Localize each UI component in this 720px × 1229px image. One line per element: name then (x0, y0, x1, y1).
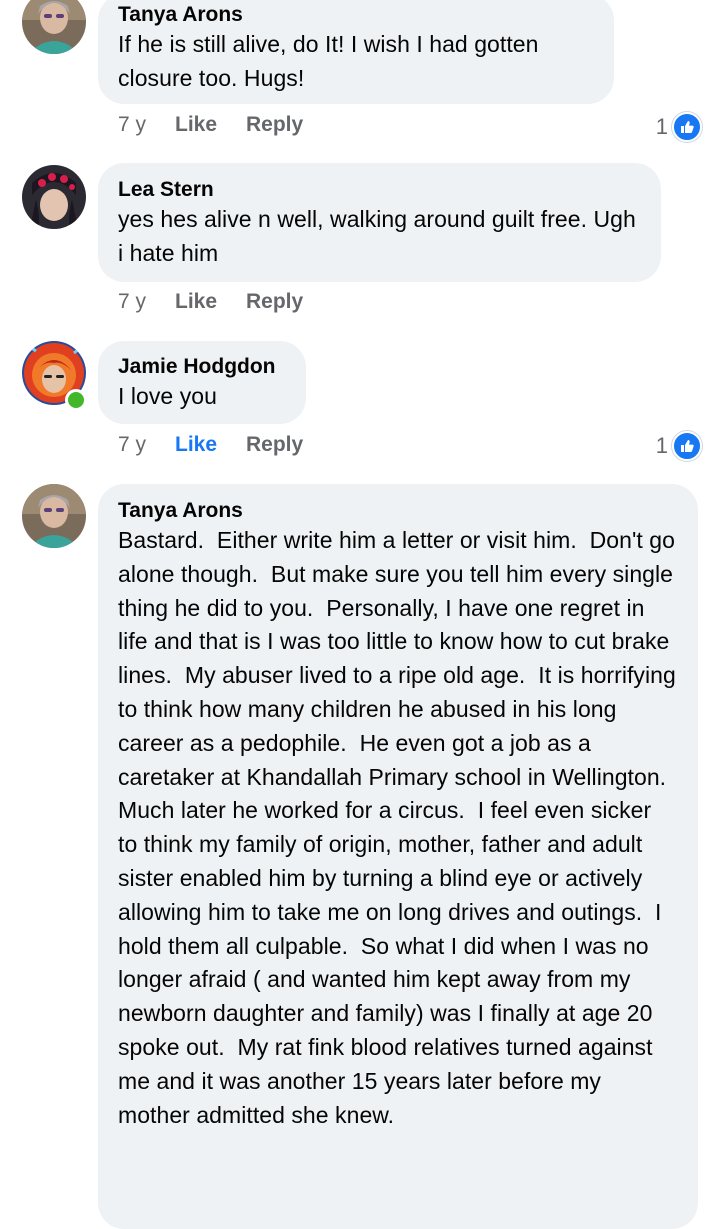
avatar[interactable] (22, 484, 86, 548)
reply-button[interactable]: Reply (246, 290, 303, 314)
comment-bubble: Tanya Arons If he is still alive, do It!… (98, 0, 614, 104)
comment-actions: 7 y Like Reply (118, 113, 303, 137)
comment-bubble: Lea Stern yes hes alive n well, walking … (98, 163, 661, 282)
comment-text: Bastard. Either write him a letter or vi… (118, 527, 683, 1128)
comment-actions: 7 y Like Reply (118, 433, 303, 457)
avatar[interactable] (22, 0, 86, 54)
avatar[interactable] (22, 165, 86, 229)
comment-bubble: Tanya Arons Bastard. Either write him a … (98, 484, 698, 1229)
comment-timestamp[interactable]: 7 y (118, 433, 175, 457)
comment-author[interactable]: Lea Stern (118, 177, 639, 203)
comment-text: If he is still alive, do It! I wish I ha… (118, 31, 539, 91)
comment-text: yes hes alive n well, walking around gui… (118, 206, 636, 266)
comment-text: I love you (118, 383, 217, 409)
like-button[interactable]: Like (175, 290, 246, 314)
comment-author[interactable]: Jamie Hodgdon (118, 354, 284, 380)
like-button[interactable]: Like (175, 113, 246, 137)
reaction-summary[interactable]: 1 (656, 431, 702, 461)
reply-button[interactable]: Reply (246, 433, 303, 457)
comment-author[interactable]: Tanya Arons (118, 2, 592, 28)
comment-timestamp[interactable]: 7 y (118, 113, 175, 137)
online-status-indicator (65, 389, 87, 411)
reaction-count: 1 (655, 433, 668, 458)
comment-timestamp[interactable]: 7 y (118, 290, 175, 314)
reaction-count: 1 (655, 114, 668, 139)
like-button[interactable]: Like (175, 433, 246, 457)
reply-button[interactable]: Reply (246, 113, 303, 137)
thumbs-up-icon (672, 112, 702, 142)
comment-author[interactable]: Tanya Arons (118, 498, 676, 524)
comment-actions: 7 y Like Reply (118, 290, 303, 314)
reaction-summary[interactable]: 1 (656, 112, 702, 142)
thumbs-up-icon (672, 431, 702, 461)
comment-bubble: Jamie Hodgdon I love you (98, 341, 306, 424)
